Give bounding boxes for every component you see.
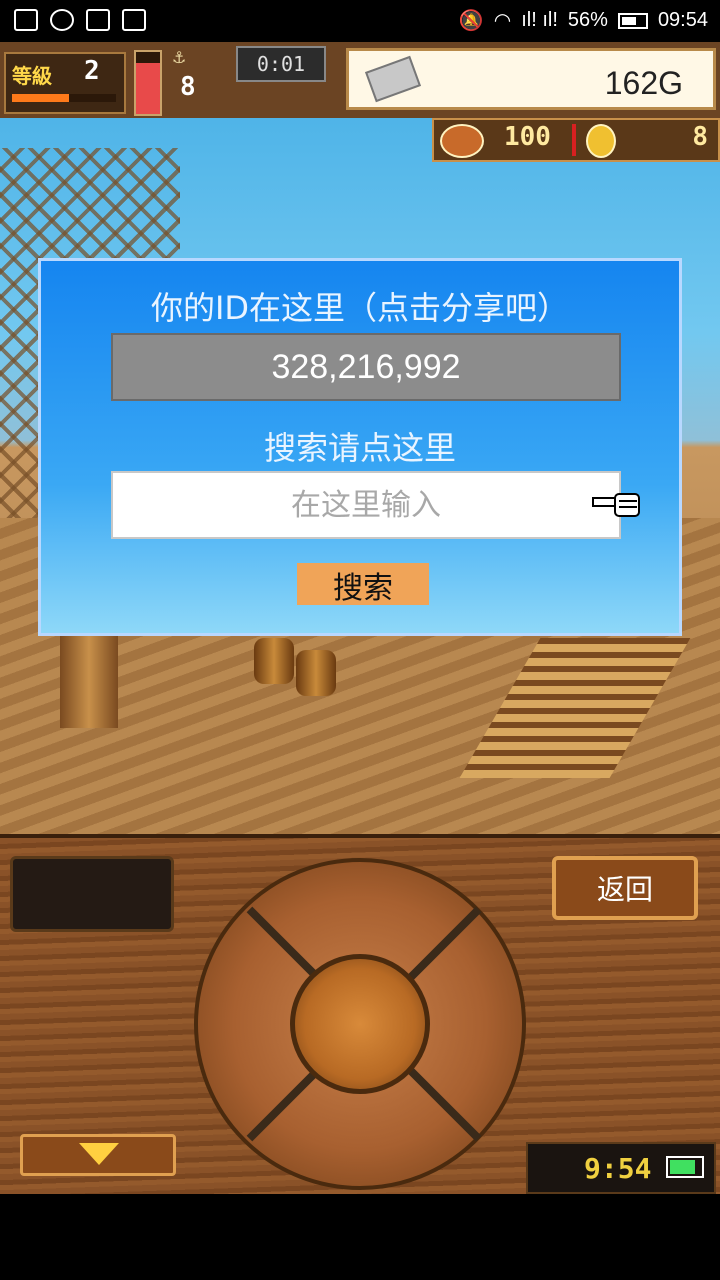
clock-value: 9:54	[584, 1152, 652, 1185]
menu-toggle-button[interactable]	[20, 1134, 176, 1176]
dpad-center-button[interactable]	[290, 954, 430, 1094]
mute-icon: 🔕	[458, 10, 484, 32]
signal-icon: ıl! ıl!	[521, 9, 558, 31]
game-hud: 等級 2 ⚓ 8 0:01 162G	[0, 42, 720, 121]
notification-icons	[14, 9, 146, 31]
qq-icon	[50, 9, 74, 31]
level-label: 等級	[12, 64, 52, 88]
food-value: 100	[504, 122, 551, 152]
back-button[interactable]: 返回	[552, 856, 698, 920]
status-bar: 🔕 ◠ ıl! ıl! 56% 09:54	[0, 0, 720, 42]
device-clock: 9:54	[526, 1142, 716, 1194]
gold-value: 162G	[604, 65, 683, 101]
dialog-title[interactable]: 你的ID在这里（点击分享吧）	[41, 283, 679, 329]
device-battery-fill	[670, 1160, 695, 1174]
player-id-box[interactable]: 328,216,992	[111, 333, 621, 401]
search-label: 搜索请点这里	[263, 429, 456, 467]
chevron-down-icon	[79, 1143, 119, 1165]
resource-bar: 100 8	[432, 118, 720, 162]
status-time: 09:54	[657, 9, 708, 31]
system-indicators: 🔕 ◠ ıl! ıl! 56% 09:54	[459, 8, 708, 33]
food-icon	[440, 124, 484, 158]
stamina-gauge-fill	[136, 63, 160, 114]
battery-icon	[617, 12, 648, 29]
stamina-gauge	[134, 50, 162, 116]
device-battery-icon	[666, 1156, 704, 1178]
app-icon	[86, 9, 110, 31]
barrel	[254, 638, 294, 684]
message-icon	[14, 9, 38, 31]
game-timer: 0:01	[236, 46, 326, 82]
xp-bar	[12, 94, 116, 102]
pointing-hand-icon	[592, 493, 640, 517]
coin-icon	[586, 124, 616, 158]
level-panel: 等級 2	[4, 52, 126, 114]
barrel	[296, 650, 336, 696]
coin-value: 8	[692, 122, 708, 152]
bottom-bar	[0, 1194, 720, 1280]
ticket-icon	[364, 55, 422, 103]
xp-bar-fill	[12, 94, 70, 102]
search-input[interactable]	[111, 471, 621, 539]
mini-screen	[10, 856, 174, 932]
image-icon	[122, 9, 146, 31]
search-button[interactable]: 搜索	[297, 563, 429, 606]
resource-divider	[572, 124, 576, 156]
gold-panel: 162G	[346, 48, 716, 110]
directional-pad[interactable]	[194, 858, 526, 1190]
control-console: 返回 9:54	[0, 834, 720, 1198]
wifi-icon: ◠	[493, 10, 512, 32]
rank-value: 8	[180, 72, 196, 102]
level-value: 2	[84, 56, 100, 86]
battery-percent: 56%	[567, 9, 608, 31]
id-search-dialog: 你的ID在这里（点击分享吧） 328,216,992 搜索请点这里 搜索	[38, 258, 682, 636]
rank-icon: ⚓	[172, 48, 187, 67]
